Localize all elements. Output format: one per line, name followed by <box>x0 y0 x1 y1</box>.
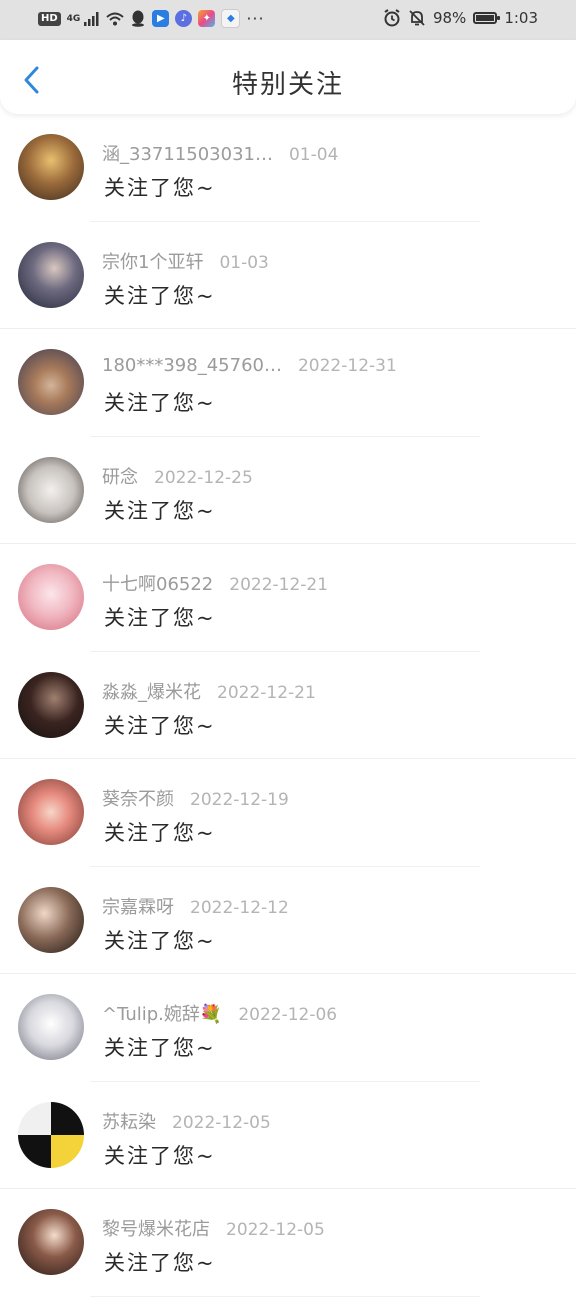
app-icon-colorful: ✦ <box>198 10 216 27</box>
list-item[interactable]: ^Tulip.婉辞💐 2022-12-06 关注了您~ <box>0 974 576 1082</box>
action-text: 关注了您~ <box>104 821 216 845</box>
network-type: 4G <box>66 13 81 24</box>
signal-icon <box>84 11 99 26</box>
timestamp: 2022-12-31 <box>297 356 397 376</box>
avatar[interactable] <box>18 456 84 523</box>
action-text: 关注了您~ <box>104 1143 216 1168</box>
timestamp: 2022-12-05 <box>172 1112 271 1133</box>
user-line: 苏耘染 2022-12-05 <box>102 1108 271 1134</box>
action-text: 关注了您~ <box>104 928 216 953</box>
user-line: 180***398_45760… 2022-12-31 <box>102 355 397 376</box>
username[interactable]: 宗你1个亚轩 <box>102 252 203 273</box>
username[interactable]: 黎号爆米花店 <box>102 1219 210 1240</box>
username[interactable]: 淼淼_爆米花 <box>102 682 201 703</box>
user-line: 黎号爆米花店 2022-12-05 <box>102 1215 325 1241</box>
list-item[interactable]: 葵奈不颜 2022-12-19 关注了您~ <box>0 759 576 867</box>
timestamp: 2022-12-21 <box>217 682 316 703</box>
avatar[interactable] <box>18 1101 84 1168</box>
avatar[interactable] <box>18 886 84 953</box>
battery-percent: 98% <box>432 9 467 27</box>
user-line: 宗你1个亚轩 01-03 <box>102 248 269 274</box>
user-line: 十七啊06522 2022-12-21 <box>102 570 328 596</box>
list-item[interactable]: 涵_33711503031… 01-04 关注了您~ <box>0 114 576 222</box>
username[interactable]: 葵奈不颜 <box>102 789 174 810</box>
username[interactable]: 苏耘染 <box>102 1112 156 1133</box>
list-item[interactable]: 宗你1个亚轩 01-03 关注了您~ <box>0 222 576 329</box>
list-item[interactable]: 宗嘉霖呀 2022-12-12 关注了您~ <box>0 867 576 974</box>
action-text: 关注了您~ <box>104 176 216 200</box>
action-text: 关注了您~ <box>104 1036 216 1060</box>
avatar[interactable] <box>18 349 84 415</box>
action-text: 关注了您~ <box>104 606 216 630</box>
status-bar: HD 4G ▶ ♪ ✦ ◆ ··· 98% 1:03 <box>0 0 576 40</box>
username[interactable]: 研念 <box>102 467 138 488</box>
list-item[interactable]: 研念 2022-12-25 关注了您~ <box>0 437 576 544</box>
page-title: 特别关注 <box>231 70 344 100</box>
avatar[interactable] <box>18 779 84 845</box>
app-icon-white: ◆ <box>221 9 241 28</box>
timestamp: 01-03 <box>219 252 269 273</box>
avatar[interactable] <box>18 1209 84 1275</box>
status-right: 98% 1:03 <box>383 9 538 27</box>
wifi-icon <box>106 12 124 25</box>
username[interactable]: 涵_33711503031… <box>102 144 273 165</box>
nav-bar: 特别关注 <box>0 40 576 114</box>
app-icon-blue: ▶ <box>152 10 170 27</box>
list-item[interactable]: 180***398_45760… 2022-12-31 关注了您~ <box>0 329 576 437</box>
hd-badge: HD <box>38 11 61 26</box>
avatar[interactable] <box>18 671 84 738</box>
status-left: HD 4G ▶ ♪ ✦ ◆ ··· <box>38 9 265 28</box>
list-item[interactable]: 苏耘染 2022-12-05 关注了您~ <box>0 1082 576 1189</box>
timestamp: 2022-12-19 <box>190 790 289 810</box>
timestamp: 2022-12-06 <box>238 1005 338 1025</box>
action-text: 关注了您~ <box>104 283 216 308</box>
action-text: 关注了您~ <box>104 391 216 415</box>
timestamp: 2022-12-25 <box>154 467 253 488</box>
qq-icon <box>132 10 145 27</box>
timestamp: 2022-12-05 <box>226 1220 325 1240</box>
user-line: 淼淼_爆米花 2022-12-21 <box>102 678 316 704</box>
action-text: 关注了您~ <box>104 713 216 738</box>
avatar[interactable] <box>18 134 84 200</box>
action-text: 关注了您~ <box>104 498 216 523</box>
clock: 1:03 <box>504 9 538 27</box>
username[interactable]: 宗嘉霖呀 <box>102 897 174 918</box>
avatar[interactable] <box>18 994 84 1060</box>
avatar[interactable] <box>18 241 84 308</box>
more-notifications-icon: ··· <box>246 9 265 28</box>
username[interactable]: ^Tulip.婉辞💐 <box>102 1004 222 1025</box>
battery-icon <box>473 12 501 24</box>
username[interactable]: 180***398_45760… <box>102 355 282 376</box>
user-line: 葵奈不颜 2022-12-19 <box>102 785 289 811</box>
username[interactable]: 十七啊06522 <box>102 574 213 595</box>
timestamp: 2022-12-21 <box>229 575 329 595</box>
list-item[interactable]: 黎号爆米花店 2022-12-05 关注了您~ <box>0 1189 576 1297</box>
list-item[interactable]: 十七啊06522 2022-12-21 关注了您~ <box>0 544 576 652</box>
list-item[interactable]: 淼淼_爆米花 2022-12-21 关注了您~ <box>0 652 576 759</box>
notification-list: 涵_33711503031… 01-04 关注了您~ 宗你1个亚轩 01-03 关注了您~… <box>0 114 576 1297</box>
mute-bell-icon <box>409 10 425 26</box>
user-line: 研念 2022-12-25 <box>102 463 253 489</box>
action-text: 关注了您~ <box>104 1251 216 1275</box>
alarm-icon <box>384 9 400 27</box>
app-icon-music: ♪ <box>175 10 193 27</box>
avatar[interactable] <box>18 564 84 630</box>
user-line: ^Tulip.婉辞💐 2022-12-06 <box>102 1000 337 1026</box>
user-line: 涵_33711503031… 01-04 <box>102 140 338 166</box>
timestamp: 2022-12-12 <box>190 897 289 918</box>
timestamp: 01-04 <box>288 145 339 165</box>
user-line: 宗嘉霖呀 2022-12-12 <box>102 893 289 919</box>
